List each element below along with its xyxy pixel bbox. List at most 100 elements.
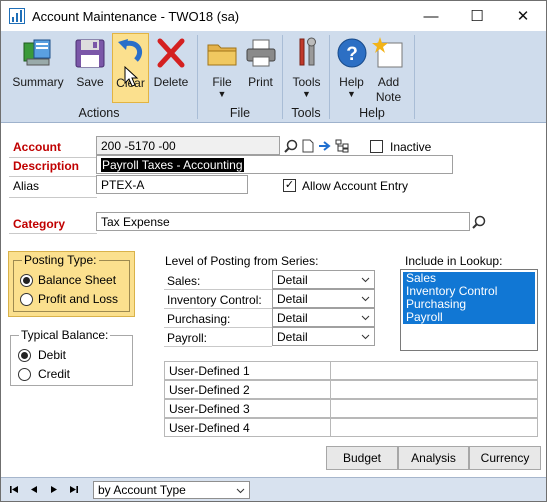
alias-field[interactable]: PTEX-A (96, 175, 248, 194)
debit-label: Debit (38, 348, 67, 362)
help-dropdown-arrow: ▼ (347, 89, 356, 99)
sales-posting-select[interactable]: Detail (272, 270, 375, 289)
category-lookup-button[interactable] (470, 213, 487, 230)
last-record-icon[interactable] (67, 483, 80, 496)
allow-account-entry-label: Allow Account Entry (302, 179, 409, 193)
ribbon-group-tools: Tools (291, 106, 321, 120)
save-button[interactable]: Save (71, 33, 109, 103)
save-label: Save (76, 75, 104, 89)
payroll-posting-value: Detail (277, 330, 308, 344)
budget-button[interactable]: Budget (326, 446, 398, 470)
row-divider (9, 157, 97, 158)
account-field[interactable]: 200 -5170 -00 (96, 136, 280, 155)
add-note-label-line2: Note (375, 90, 402, 104)
include-in-lookup-list[interactable]: Sales Inventory Control Purchasing Payro… (400, 269, 538, 351)
print-button[interactable]: Print (242, 33, 279, 103)
inventory-posting-label: Inventory Control: (167, 293, 262, 307)
print-label: Print (248, 75, 273, 89)
typical-balance-group: Typical Balance: Debit Credit (10, 328, 133, 386)
description-label: Description (13, 159, 80, 173)
first-record-icon[interactable] (8, 483, 21, 496)
row-divider (164, 308, 272, 309)
category-field[interactable]: Tax Expense (96, 212, 470, 231)
user-defined-4-field[interactable] (330, 418, 538, 437)
minimize-button[interactable]: — (408, 1, 454, 31)
inactive-checkbox[interactable] (370, 140, 383, 153)
minimize-icon: — (423, 7, 439, 25)
currency-button[interactable]: Currency (469, 446, 541, 470)
add-note-button[interactable]: Add Note (370, 33, 407, 104)
maximize-icon: ☐ (470, 8, 484, 25)
profit-and-loss-label: Profit and Loss (38, 292, 119, 306)
file-dropdown-arrow: ▼ (217, 89, 227, 99)
row-divider (9, 233, 97, 234)
user-defined-2-label: User-Defined 2 (164, 380, 331, 399)
credit-label: Credit (38, 367, 71, 381)
chevron-down-icon (361, 334, 370, 340)
user-defined-1-label: User-Defined 1 (164, 361, 331, 380)
sort-by-select[interactable]: by Account Type (93, 481, 250, 499)
chevron-down-icon (361, 277, 370, 283)
clear-button[interactable]: Clear (112, 33, 149, 103)
status-bar: by Account Type (1, 477, 546, 501)
title-bar: Account Maintenance - TWO18 (sa) — ☐ ✕ (1, 1, 546, 31)
previous-record-icon[interactable] (28, 483, 41, 496)
inventory-posting-value: Detail (277, 292, 308, 306)
mouse-cursor-icon (124, 66, 139, 87)
new-document-icon (302, 139, 313, 152)
chevron-down-icon (361, 315, 370, 321)
delete-button[interactable]: Delete (151, 33, 191, 103)
chevron-down-icon (236, 488, 245, 494)
posting-type-group: Posting Type: Balance Sheet Profit and L… (8, 251, 135, 317)
file-menu-button[interactable]: File ▼ (204, 33, 240, 103)
maximize-button[interactable]: ☐ (454, 1, 500, 31)
payroll-posting-select[interactable]: Detail (272, 327, 375, 346)
account-maintenance-window: Account Maintenance - TWO18 (sa) — ☐ ✕ S… (0, 0, 547, 502)
user-defined-4-label: User-Defined 4 (164, 418, 331, 437)
row-divider (9, 176, 97, 177)
account-lookup-button[interactable] (282, 137, 299, 154)
purchasing-posting-value: Detail (277, 311, 308, 325)
tools-menu-button[interactable]: Tools ▼ (287, 33, 326, 103)
help-label: Help (339, 75, 364, 89)
hierarchy-icon (335, 139, 348, 152)
folder-icon (207, 44, 237, 66)
user-defined-2-field[interactable] (330, 380, 538, 399)
category-label: Category (13, 217, 66, 231)
posting-type-title: Posting Type: (22, 253, 99, 267)
new-document-button[interactable] (299, 137, 316, 154)
user-defined-1-field[interactable] (330, 361, 538, 380)
balance-sheet-label: Balance Sheet (38, 273, 117, 287)
level-of-posting-title: Level of Posting from Series: (165, 254, 319, 268)
user-defined-3-field[interactable] (330, 399, 538, 418)
inactive-label: Inactive (390, 140, 432, 154)
purchasing-posting-select[interactable]: Detail (272, 308, 375, 327)
description-value: Payroll Taxes - Accounting (101, 158, 244, 172)
summary-label: Summary (12, 75, 64, 89)
go-to-button[interactable] (316, 137, 333, 154)
ribbon-separator (414, 35, 415, 119)
row-divider (164, 346, 272, 347)
close-icon: ✕ (516, 8, 530, 25)
inventory-posting-select[interactable]: Detail (272, 289, 375, 308)
row-divider (164, 327, 272, 328)
close-button[interactable]: ✕ (500, 1, 546, 31)
summary-button[interactable]: Summary (7, 33, 69, 103)
magnifier-icon (283, 139, 297, 153)
next-record-icon[interactable] (47, 483, 60, 496)
ribbon-group-actions: Actions (78, 106, 120, 120)
debit-radio[interactable] (18, 349, 31, 362)
lookup-item-payroll[interactable]: Payroll (403, 311, 535, 324)
purchasing-posting-label: Purchasing: (167, 312, 231, 326)
analysis-button[interactable]: Analysis (398, 446, 469, 470)
account-label: Account (13, 140, 61, 154)
allow-account-entry-checkbox[interactable]: ✓ (283, 179, 296, 192)
help-menu-button[interactable]: ? Help ▼ (333, 33, 370, 103)
profit-and-loss-radio[interactable] (20, 293, 33, 306)
window-title: Account Maintenance - TWO18 (sa) (32, 9, 240, 24)
account-tree-button[interactable] (333, 137, 350, 154)
credit-radio[interactable] (18, 368, 31, 381)
description-field[interactable]: Payroll Taxes - Accounting (96, 155, 453, 174)
balance-sheet-radio[interactable] (20, 274, 33, 287)
file-label: File (212, 75, 232, 89)
